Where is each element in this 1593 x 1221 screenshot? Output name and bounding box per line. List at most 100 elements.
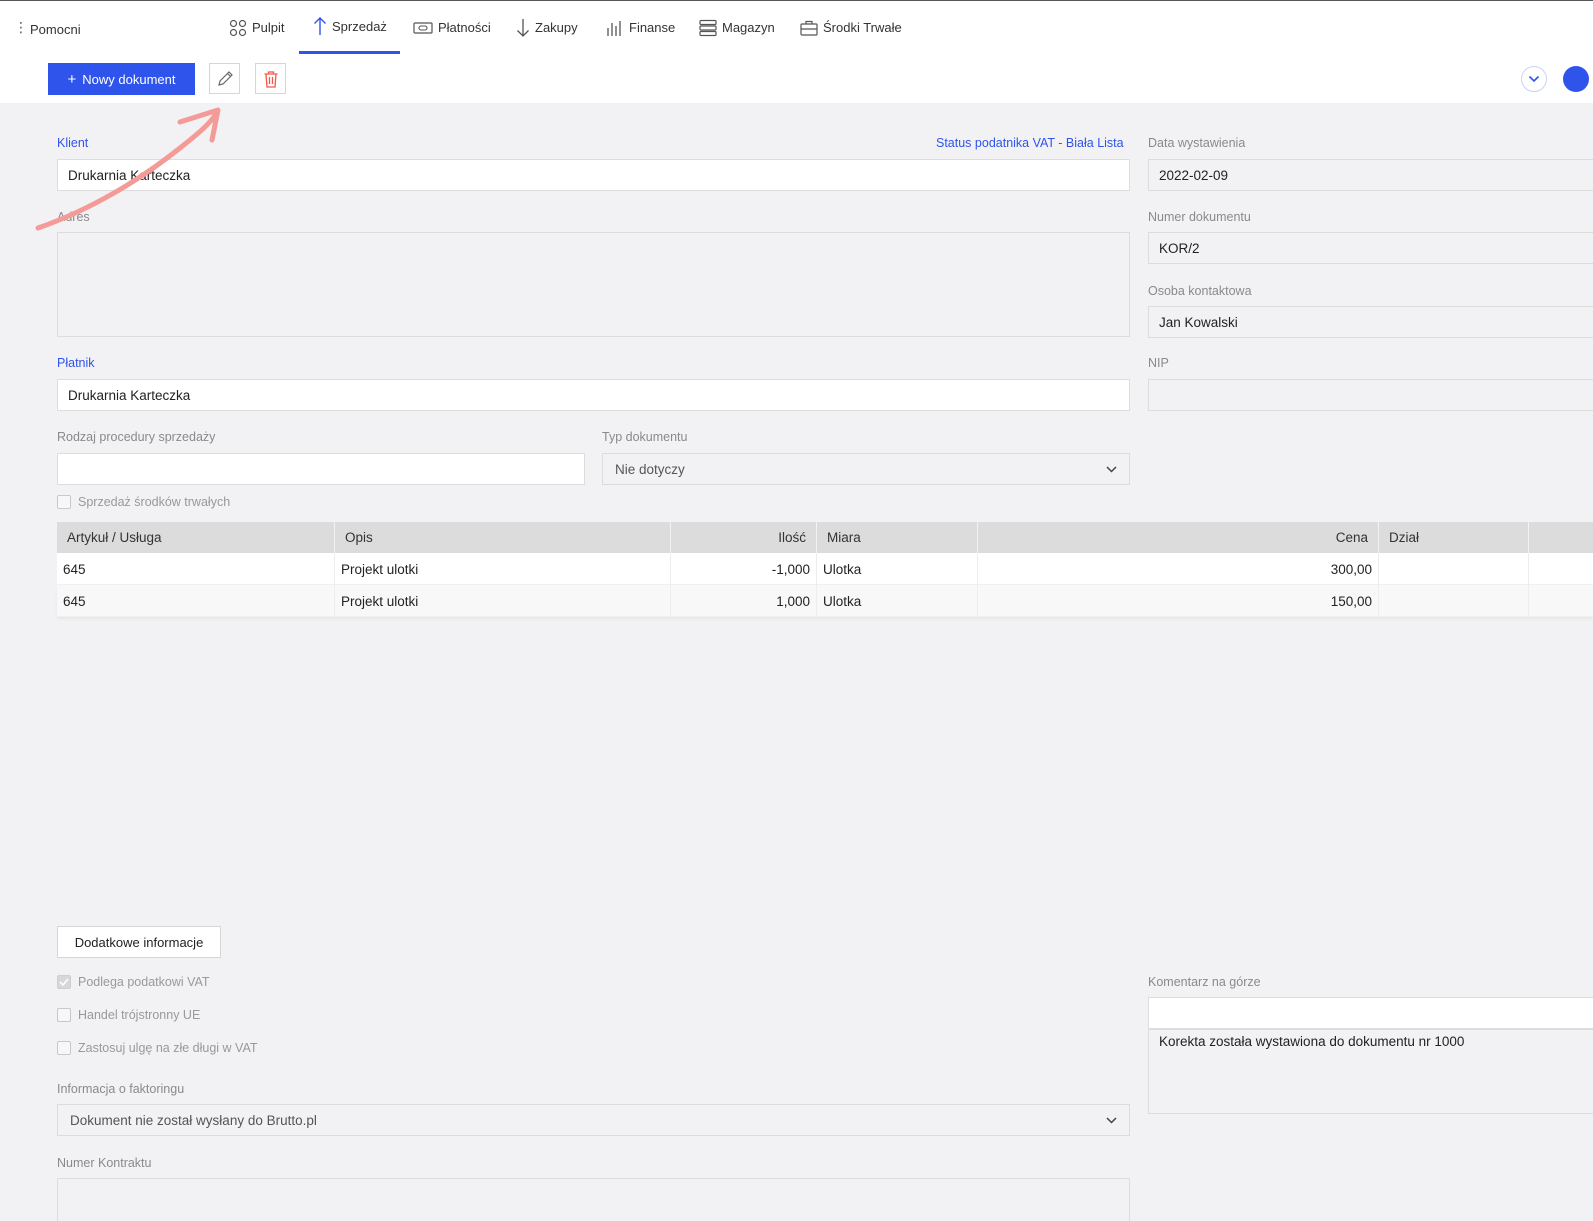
new-document-label: Nowy dokument — [82, 71, 176, 87]
contract-label: Numer Kontraktu — [57, 1156, 152, 1170]
bad-debt-checkbox[interactable] — [57, 1041, 71, 1055]
bar-chart-icon — [607, 20, 621, 36]
chevron-down-icon — [1106, 465, 1117, 473]
pencil-icon — [217, 70, 233, 86]
collapse-button[interactable] — [1521, 66, 1547, 92]
tab-label: Zakupy — [535, 20, 578, 35]
cell-description[interactable]: Projekt ulotki — [335, 585, 671, 617]
nip-input[interactable] — [1148, 379, 1593, 411]
bad-debt-label: Zastosuj ulgę na złe długi w VAT — [78, 1041, 258, 1055]
delete-button[interactable] — [255, 63, 286, 94]
client-input[interactable]: Drukarnia Karteczka — [57, 159, 1130, 191]
items-table: Artykuł / Usługa Opis Ilość Miara Cena D… — [57, 522, 1593, 617]
tab-magazyn[interactable]: Magazyn — [699, 1, 775, 54]
contact-input[interactable]: Jan Kowalski — [1148, 306, 1593, 338]
stack-icon — [699, 19, 717, 36]
vertical-dots-icon[interactable]: ⋮ — [14, 20, 28, 34]
vat-subject-checkbox-row[interactable]: Podlega podatkowi VAT — [57, 975, 210, 989]
trash-icon — [264, 70, 277, 88]
check-icon — [59, 978, 69, 986]
payer-label[interactable]: Płatnik — [57, 356, 95, 370]
tab-srodki-trwale[interactable]: Środki Trwałe — [800, 1, 902, 54]
comment-top-label: Komentarz na górze — [1148, 975, 1261, 989]
comment-textarea[interactable]: Korekta została wystawiona do dokumentu … — [1148, 1029, 1593, 1114]
column-header[interactable]: Artykuł / Usługa — [57, 522, 335, 553]
tab-sprzedaz[interactable]: Sprzedaż — [299, 1, 400, 54]
table-row[interactable]: 645 Projekt ulotki 1,000 Ulotka 150,00 — [57, 585, 1593, 617]
chevron-down-icon — [1528, 75, 1540, 83]
nip-label: NIP — [1148, 356, 1169, 370]
fixed-assets-checkbox[interactable] — [57, 495, 71, 509]
doc-number-label: Numer dokumentu — [1148, 210, 1251, 224]
column-header[interactable]: Miara — [817, 522, 978, 553]
cell-quantity[interactable]: -1,000 — [671, 553, 817, 585]
factoring-value: Dokument nie został wysłany do Brutto.pl — [70, 1112, 317, 1128]
cell-department[interactable] — [1379, 585, 1529, 617]
column-header[interactable]: Cena — [978, 522, 1379, 553]
procedure-input[interactable] — [57, 453, 585, 485]
plus-icon: + — [67, 70, 77, 88]
comment-top-input[interactable] — [1148, 997, 1593, 1029]
tab-label: Środki Trwałe — [823, 20, 902, 35]
triangular-checkbox-row[interactable]: Handel trójstronny UE — [57, 1008, 200, 1022]
contract-input[interactable] — [57, 1178, 1130, 1221]
cell-quantity[interactable]: 1,000 — [671, 585, 817, 617]
bad-debt-checkbox-row[interactable]: Zastosuj ulgę na złe długi w VAT — [57, 1041, 258, 1055]
cell-unit[interactable]: Ulotka — [817, 585, 978, 617]
address-textarea[interactable] — [57, 232, 1130, 337]
doc-type-label: Typ dokumentu — [602, 430, 688, 444]
grid-circles-icon — [229, 19, 247, 36]
issue-date-label: Data wystawienia — [1148, 136, 1246, 150]
tab-label: Sprzedaż — [332, 18, 387, 34]
new-document-button[interactable]: + Nowy dokument — [48, 63, 195, 95]
more-info-button[interactable]: Dodatkowe informacje — [57, 926, 221, 958]
cell-department[interactable] — [1379, 553, 1529, 585]
arrow-up-icon — [314, 17, 326, 35]
table-header: Artykuł / Usługa Opis Ilość Miara Cena D… — [57, 522, 1593, 553]
client-label[interactable]: Klient — [57, 136, 88, 150]
tab-label: Płatności — [438, 20, 491, 35]
tab-platnosci[interactable]: Płatności — [413, 1, 491, 54]
arrow-down-icon — [517, 18, 529, 37]
money-bill-icon — [413, 21, 433, 34]
column-header[interactable]: Ilość — [671, 522, 817, 553]
issue-date-input[interactable]: 2022-02-09 — [1148, 159, 1593, 191]
vat-status-link[interactable]: Status podatnika VAT - Biała Lista — [936, 136, 1124, 150]
tab-zakupy[interactable]: Zakupy — [516, 1, 578, 54]
column-header[interactable]: Dział — [1379, 522, 1529, 553]
factoring-select[interactable]: Dokument nie został wysłany do Brutto.pl — [57, 1104, 1130, 1136]
tab-label: Magazyn — [722, 20, 775, 35]
triangular-checkbox[interactable] — [57, 1008, 71, 1022]
cell-price[interactable]: 300,00 — [978, 553, 1379, 585]
top-navigation: ⋮ Pomocni Pulpit Sprzedaż Płatności Zaku… — [0, 0, 1593, 54]
vat-subject-checkbox[interactable] — [57, 975, 71, 989]
cell-item[interactable]: 645 — [57, 585, 335, 617]
doc-number-input[interactable]: KOR/2 — [1148, 232, 1593, 264]
cell-price[interactable]: 150,00 — [978, 585, 1379, 617]
helpers-menu[interactable]: Pomocni — [30, 22, 81, 37]
procedure-label: Rodzaj procedury sprzedaży — [57, 430, 216, 444]
user-avatar[interactable] — [1563, 66, 1589, 92]
tab-pulpit[interactable]: Pulpit — [229, 1, 285, 54]
contact-label: Osoba kontaktowa — [1148, 284, 1252, 298]
column-header-extra — [1529, 522, 1593, 553]
doc-type-select[interactable]: Nie dotyczy — [602, 453, 1130, 485]
tab-label: Finanse — [629, 20, 676, 35]
column-header[interactable]: Opis — [335, 522, 671, 553]
cell-item[interactable]: 645 — [57, 553, 335, 585]
edit-button[interactable] — [209, 63, 240, 94]
table-row[interactable]: 645 Projekt ulotki -1,000 Ulotka 300,00 — [57, 553, 1593, 585]
tab-label: Pulpit — [252, 20, 285, 35]
cell-description[interactable]: Projekt ulotki — [335, 553, 671, 585]
doc-type-value: Nie dotyczy — [615, 461, 685, 477]
fixed-assets-checkbox-row[interactable]: Sprzedaż środków trwałych — [57, 495, 230, 509]
payer-input[interactable]: Drukarnia Karteczka — [57, 379, 1130, 411]
vat-subject-label: Podlega podatkowi VAT — [78, 975, 210, 989]
chevron-down-icon — [1106, 1116, 1117, 1124]
tab-finanse[interactable]: Finanse — [606, 1, 675, 54]
fixed-assets-label: Sprzedaż środków trwałych — [78, 495, 231, 509]
briefcase-icon — [800, 20, 818, 36]
factoring-label: Informacja o faktoringu — [57, 1082, 185, 1096]
triangular-label: Handel trójstronny UE — [78, 1008, 201, 1022]
cell-unit[interactable]: Ulotka — [817, 553, 978, 585]
